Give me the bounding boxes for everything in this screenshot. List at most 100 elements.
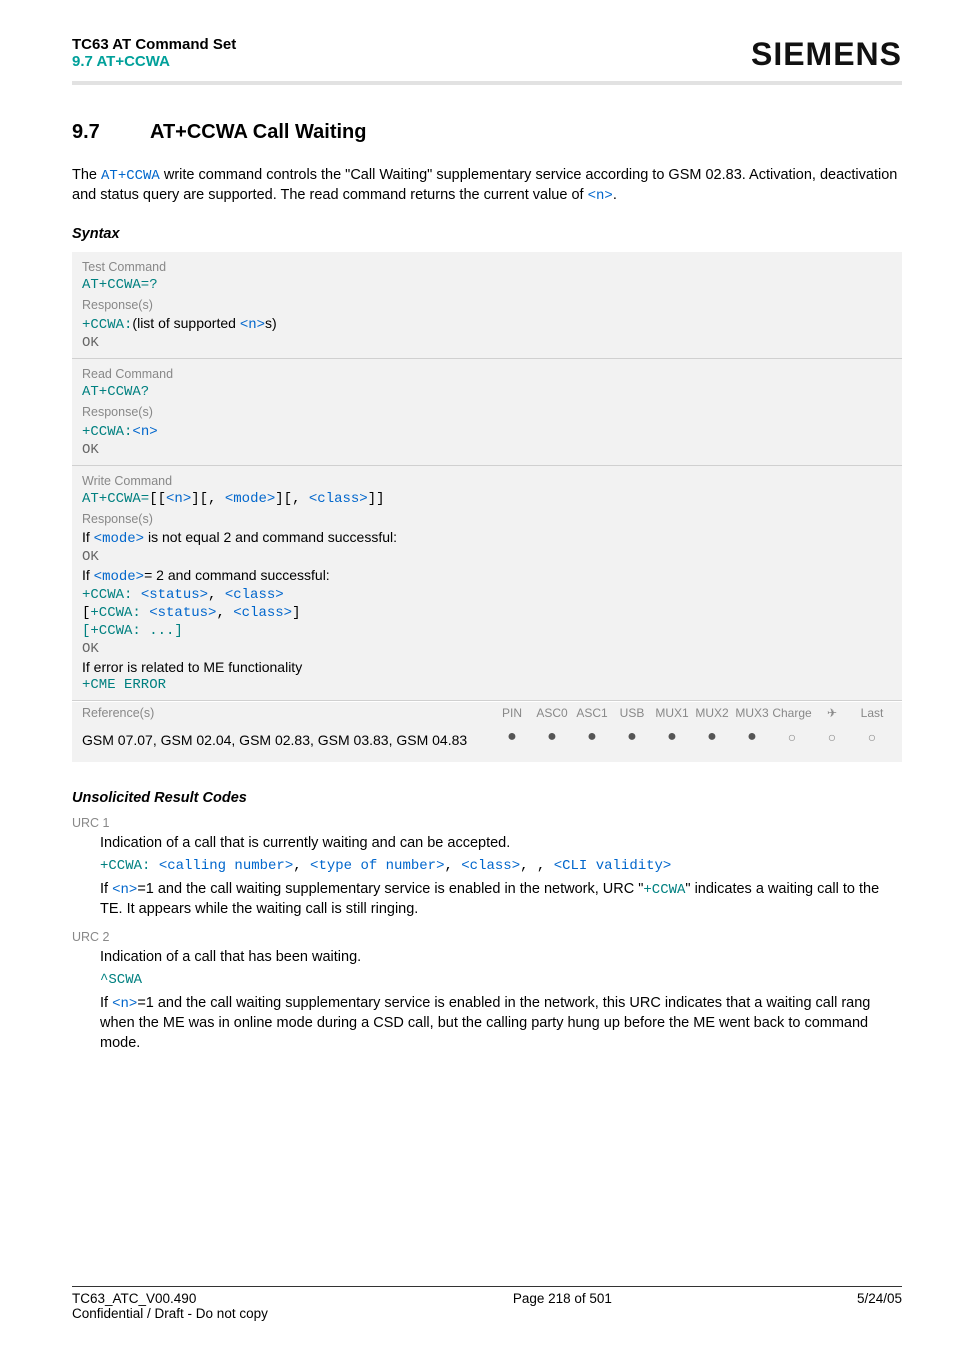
refs-grid-header: PIN ASC0 ASC1 USB MUX1 MUX2 MUX3 Charge … <box>492 706 892 720</box>
dot-asc0: ● <box>532 728 572 746</box>
intro-mid: write command controls the "Call Waiting… <box>72 167 897 203</box>
col-usb: USB <box>612 706 652 720</box>
test-resp-pre: +CCWA: <box>82 317 132 333</box>
dot-mux2: ● <box>692 728 732 746</box>
footer-left2: Confidential / Draft - Do not copy <box>72 1306 268 1321</box>
section-heading: 9.7AT+CCWA Call Waiting <box>72 121 902 144</box>
intro-pre: The <box>72 167 101 183</box>
dot-mux3: ● <box>732 728 772 746</box>
dot-mux1: ● <box>652 728 692 746</box>
read-resp-n[interactable]: <n> <box>132 424 157 440</box>
read-ok: OK <box>82 441 892 459</box>
read-resp: +CCWA:<n> <box>82 421 892 441</box>
siemens-logo: SIEMENS <box>751 36 902 73</box>
dot-usb: ● <box>612 728 652 746</box>
reference-row: Reference(s) PIN ASC0 ASC1 USB MUX1 MUX2… <box>72 701 902 724</box>
write-if2-b: = 2 and command successful: <box>144 567 330 583</box>
write-if2: If <mode>= 2 and command successful: <box>82 566 892 586</box>
doc-section-ref: 9.7 AT+CCWA <box>72 53 236 70</box>
test-resp-n[interactable]: <n> <box>240 317 265 333</box>
test-resp-mid: (list of supported <box>132 315 239 331</box>
read-cmd: AT+CCWA? <box>82 383 892 401</box>
col-charge: Charge <box>772 706 812 720</box>
col-mux2: MUX2 <box>692 706 732 720</box>
write-n[interactable]: <n> <box>166 491 191 507</box>
urc2-desc: Indication of a call that has been waiti… <box>100 948 902 968</box>
write-if2-a: If <box>82 567 94 583</box>
write-if1-mode[interactable]: <mode> <box>94 531 144 547</box>
footer-left1: TC63_ATC_V00.490 <box>72 1291 268 1306</box>
atccwa-link[interactable]: AT+CCWA <box>101 168 160 184</box>
urc2-body: Indication of a call that has been waiti… <box>72 948 902 1053</box>
dot-charge: ○ <box>772 729 812 745</box>
write-ok2: OK <box>82 640 892 658</box>
urc2-p2: If <n>=1 and the call waiting supplement… <box>100 994 902 1053</box>
col-asc1: ASC1 <box>572 706 612 720</box>
syntax-heading: Syntax <box>72 226 902 242</box>
col-last: Last <box>852 706 892 720</box>
write-ok1: OK <box>82 548 892 566</box>
urc1-code: +CCWA: <calling number>, <type of number… <box>100 857 902 876</box>
test-ok: OK <box>82 334 892 352</box>
write-ccwa1: +CCWA: <box>82 587 141 603</box>
read-command-block: Read Command AT+CCWA? Response(s) +CCWA:… <box>72 359 902 466</box>
page-header: TC63 AT Command Set 9.7 AT+CCWA SIEMENS <box>72 36 902 73</box>
intro-paragraph: The AT+CCWA write command controls the "… <box>72 166 902 206</box>
header-rule <box>72 81 902 85</box>
refs-label: Reference(s) <box>82 706 154 720</box>
urc1-class[interactable]: <class> <box>461 858 520 874</box>
section-title: AT+CCWA Call Waiting <box>150 121 366 143</box>
footer-center: Page 218 of 501 <box>513 1291 612 1306</box>
urc2-p2b: =1 and the call waiting supplementary se… <box>100 995 870 1050</box>
dot-last: ○ <box>852 729 892 745</box>
intro-end: . <box>613 187 617 203</box>
footer-right: 5/24/05 <box>857 1291 902 1306</box>
refs-text: GSM 07.07, GSM 02.04, GSM 02.83, GSM 03.… <box>82 728 492 752</box>
refs-grid-dots: ● ● ● ● ● ● ● ○ ○ ○ <box>492 728 892 746</box>
write-if2-mode[interactable]: <mode> <box>94 569 144 585</box>
write-ccwa-dots: [+CCWA: ...] <box>82 622 892 640</box>
urc1-calling[interactable]: <calling number> <box>159 858 293 874</box>
urc1-p2: If <n>=1 and the call waiting supplement… <box>100 880 902 919</box>
urc1-p2a: If <box>100 881 112 897</box>
read-resp-pre: +CCWA: <box>82 424 132 440</box>
dot-asc1: ● <box>572 728 612 746</box>
col-airplane-icon: ✈ <box>812 706 852 720</box>
test-label: Test Command <box>82 256 892 276</box>
urc1-type[interactable]: <type of number> <box>310 858 444 874</box>
urc1-p2n[interactable]: <n> <box>112 882 137 898</box>
urc1-label: URC 1 <box>72 816 902 830</box>
n-link[interactable]: <n> <box>588 188 613 204</box>
section-number: 9.7 <box>72 121 150 144</box>
reference-row-values: GSM 07.07, GSM 02.04, GSM 02.83, GSM 03.… <box>72 724 902 762</box>
urc1-desc: Indication of a call that is currently w… <box>100 834 902 854</box>
write-ccwa-line1: +CCWA: <status>, <class> <box>82 586 892 604</box>
urc1-cli[interactable]: <CLI validity> <box>554 858 672 874</box>
write-class[interactable]: <class> <box>309 491 368 507</box>
write-label: Write Command <box>82 470 892 490</box>
write-status2[interactable]: <status> <box>149 605 216 621</box>
col-pin: PIN <box>492 706 532 720</box>
write-if1: If <mode> is not equal 2 and command suc… <box>82 528 892 548</box>
write-status1[interactable]: <status> <box>141 587 208 603</box>
write-class1[interactable]: <class> <box>225 587 284 603</box>
test-resp: +CCWA:(list of supported <n>s) <box>82 314 892 334</box>
urc2-p2a: If <box>100 995 112 1011</box>
col-asc0: ASC0 <box>532 706 572 720</box>
urc2-code: ^SCWA <box>100 971 902 990</box>
test-command-block: Test Command AT+CCWA=? Response(s) +CCWA… <box>72 252 902 359</box>
write-command-block: Write Command AT+CCWA=[[<n>][, <mode>][,… <box>72 466 902 701</box>
urc1-body: Indication of a call that is currently w… <box>72 834 902 920</box>
page-footer: TC63_ATC_V00.490 Confidential / Draft - … <box>72 1286 902 1321</box>
urc1-p2c: +CCWA <box>643 882 685 898</box>
urc1-code-pre: +CCWA: <box>100 858 159 874</box>
read-resp-label: Response(s) <box>82 401 892 421</box>
col-mux3: MUX3 <box>732 706 772 720</box>
write-ccwa-line2: [+CCWA: <status>, <class>] <box>82 604 892 622</box>
write-class2b[interactable]: <class> <box>233 605 292 621</box>
write-resp-label: Response(s) <box>82 508 892 528</box>
write-mode[interactable]: <mode> <box>225 491 275 507</box>
test-resp-post: s) <box>265 315 277 331</box>
urc2-p2n[interactable]: <n> <box>112 996 137 1012</box>
write-if1-b: is not equal 2 and command successful: <box>144 529 397 545</box>
